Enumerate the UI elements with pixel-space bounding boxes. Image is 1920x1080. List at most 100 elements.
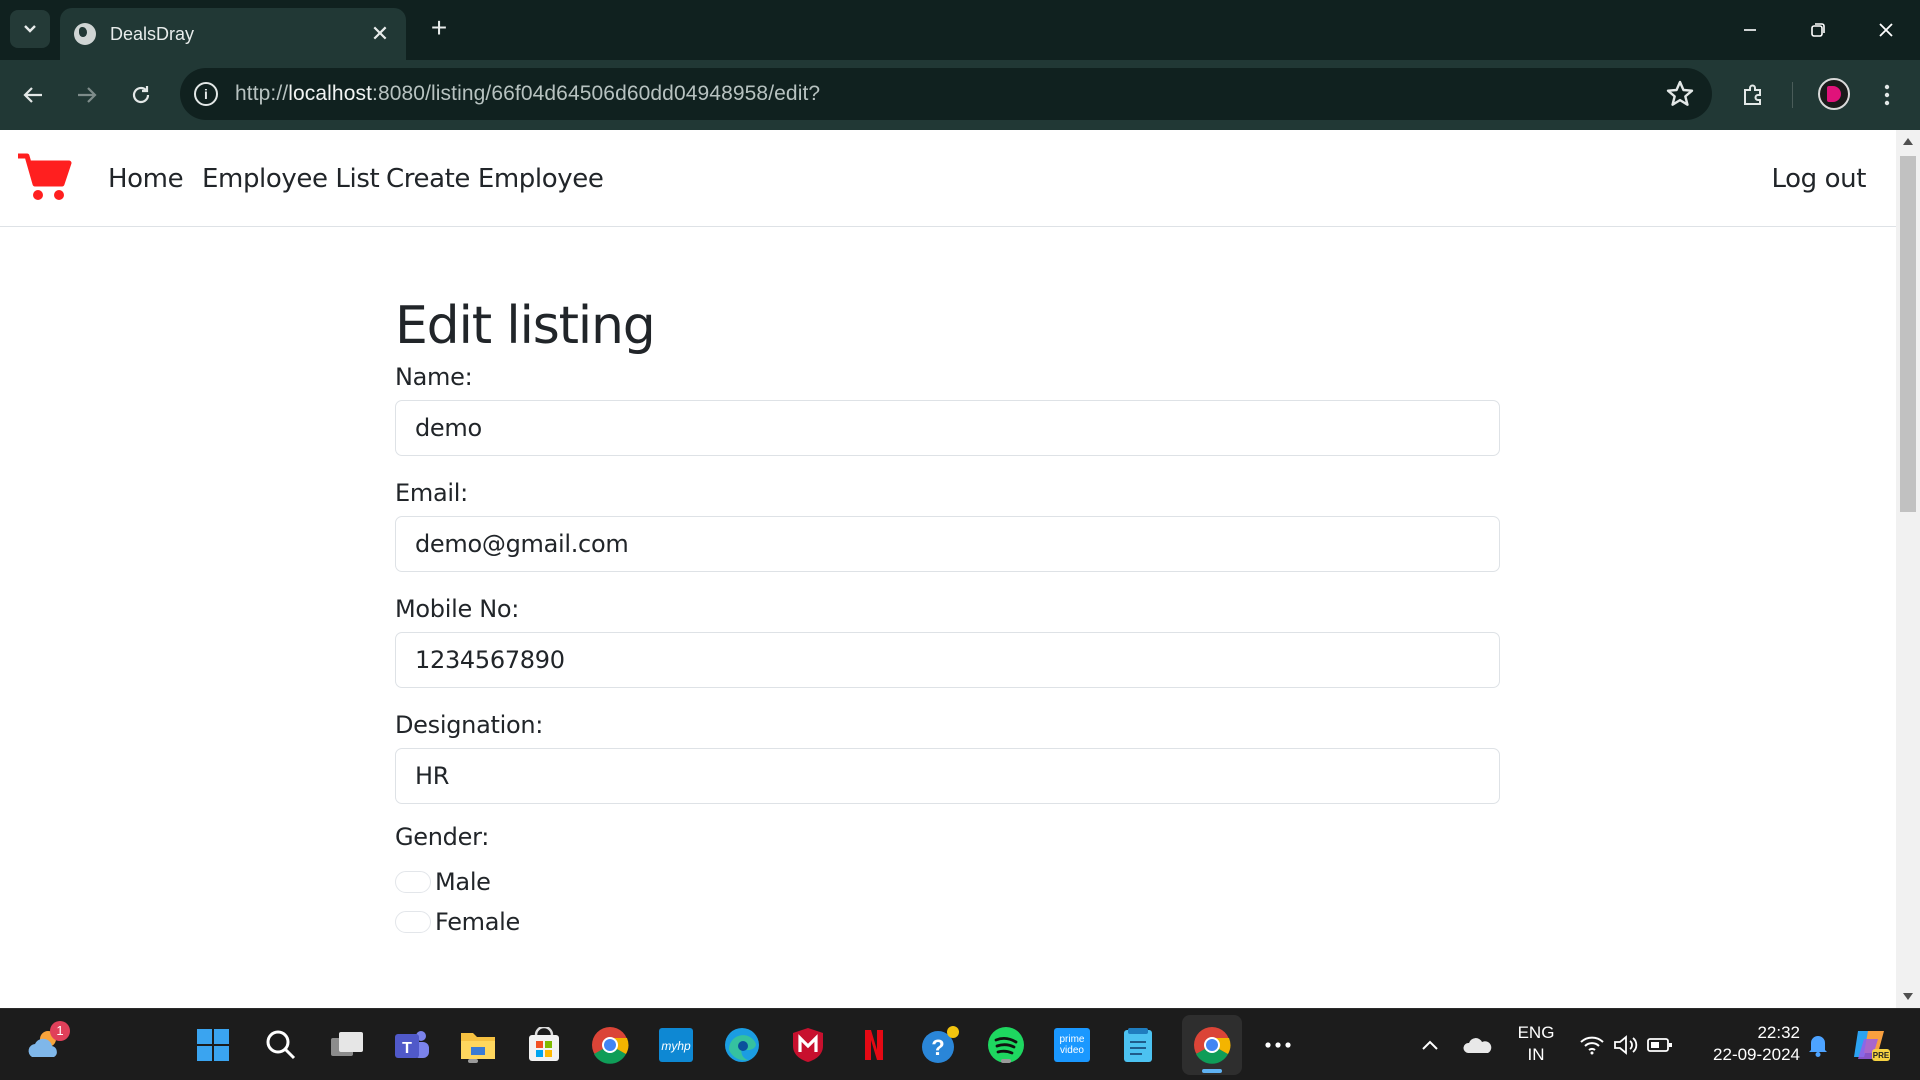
name-input[interactable] [395,400,1500,456]
svg-text:prime: prime [1059,1034,1084,1045]
more-horizontal-icon [1265,1042,1291,1048]
task-view-button[interactable] [325,1023,369,1067]
reload-icon [132,86,150,104]
arrow-left-icon [23,87,42,103]
browser-menu-button[interactable] [1870,78,1904,112]
arrow-right-icon [78,87,97,103]
copilot-button[interactable]: PRE [1848,1023,1892,1067]
battery-icon [1647,1038,1672,1052]
chevron-down-icon [24,25,36,33]
notepad-app[interactable] [1116,1023,1160,1067]
chrome-icon [1194,1027,1231,1064]
close-window-button[interactable] [1852,0,1920,60]
page-title: Edit listing [395,296,656,356]
scroll-down-arrow-icon[interactable] [1903,993,1913,1000]
microsoft-store-app[interactable] [522,1023,566,1067]
minimize-button[interactable] [1716,0,1784,60]
nav-create-employee-link[interactable]: Create Employee [386,164,604,194]
teams-icon: T [395,1031,429,1058]
back-button[interactable] [16,78,50,112]
browser-tab-strip: DealsDray ✕ + [0,0,1920,60]
edge-app[interactable] [720,1023,764,1067]
page-viewport: Home Employee List Create Employee Log o… [0,130,1896,1008]
clock-date: 22-09-2024 [1713,1045,1800,1064]
myhp-app[interactable]: myhp [654,1023,698,1067]
cart-logo-icon[interactable] [16,150,72,202]
more-vertical-icon [1884,84,1890,106]
toolbar-divider [1792,82,1793,108]
bookmark-star-icon[interactable] [1664,78,1696,110]
chrome-app[interactable] [588,1023,632,1067]
close-icon [1879,23,1893,37]
restore-icon [1811,23,1825,37]
svg-text:PRE: PRE [1873,1051,1890,1060]
spotify-app[interactable] [984,1023,1028,1067]
show-hidden-icons-button[interactable] [1408,1023,1452,1067]
mcafee-app[interactable] [786,1023,830,1067]
netflix-icon [865,1030,883,1060]
svg-text:myhp: myhp [661,1039,691,1053]
more-apps-button[interactable] [1256,1023,1300,1067]
taskbar-search-button[interactable] [259,1023,303,1067]
logout-link[interactable]: Log out [1772,164,1867,194]
start-button[interactable] [191,1023,235,1067]
teams-app[interactable]: T [390,1023,434,1067]
male-radio[interactable] [395,871,431,893]
file-explorer-app[interactable] [456,1023,500,1067]
close-tab-icon[interactable]: ✕ [368,21,392,47]
chevron-up-icon [1422,1040,1438,1050]
wifi-icon [1580,1036,1604,1055]
site-navbar: Home Employee List Create Employee Log o… [0,130,1896,227]
weather-badge: 1 [50,1021,70,1041]
forward-button[interactable] [70,78,104,112]
restore-button[interactable] [1784,0,1852,60]
store-icon [529,1027,559,1061]
prime-video-app[interactable]: prime video [1050,1023,1094,1067]
gender-option-male[interactable]: Male [395,862,1500,902]
chrome-active-app[interactable] [1182,1015,1242,1075]
profile-avatar[interactable] [1818,78,1850,110]
svg-text:?: ? [931,1035,944,1060]
gender-option-female[interactable]: Female [395,902,1500,942]
male-radio-label: Male [435,868,491,896]
notifications-button[interactable] [1804,1023,1832,1067]
tab-search-button[interactable] [10,10,50,48]
scrollbar-thumb[interactable] [1900,156,1916,512]
reload-button[interactable] [124,78,158,112]
svg-text:video: video [1060,1045,1084,1056]
mobile-input[interactable] [395,632,1500,688]
edge-icon [725,1028,759,1062]
email-input[interactable] [395,516,1500,572]
active-window-indicator [1202,1069,1222,1073]
globe-icon [74,23,96,45]
get-help-app[interactable]: ? [918,1023,962,1067]
female-radio[interactable] [395,911,431,933]
puzzle-icon [1744,84,1761,105]
designation-input[interactable] [395,748,1500,804]
netflix-app[interactable] [852,1023,896,1067]
folder-icon [461,1033,495,1059]
volume-icon [1614,1035,1638,1055]
weather-widget[interactable]: 1 [24,1021,70,1067]
help-icon: ? [922,1026,959,1063]
site-info-icon[interactable]: i [194,82,218,106]
browser-tab[interactable]: DealsDray ✕ [60,8,406,60]
onedrive-tray[interactable] [1456,1023,1500,1067]
bell-icon [1809,1036,1827,1057]
extensions-button[interactable] [1736,78,1770,112]
mobile-label: Mobile No: [395,595,520,623]
mcafee-shield-icon [793,1028,823,1062]
clock[interactable]: 22:32 22-09-2024 [1694,1023,1804,1067]
nav-home-link[interactable]: Home [108,164,184,194]
nav-employee-list-link[interactable]: Employee List [202,164,380,194]
page-scrollbar[interactable] [1896,130,1920,1008]
new-tab-button[interactable]: + [424,14,454,44]
running-indicator [468,1059,478,1063]
language-indicator[interactable]: ENG IN [1508,1023,1564,1067]
clock-time: 22:32 [1757,1023,1800,1042]
scroll-up-arrow-icon[interactable] [1903,138,1913,145]
edit-listing-form: Edit listing Name: Email: Mobile No: Des… [395,290,1500,964]
quick-settings-button[interactable] [1570,1023,1682,1067]
url-text[interactable]: http://localhost:8080/listing/66f04d6450… [235,82,820,106]
address-bar[interactable]: i http://localhost:8080/listing/66f04d64… [180,68,1712,120]
